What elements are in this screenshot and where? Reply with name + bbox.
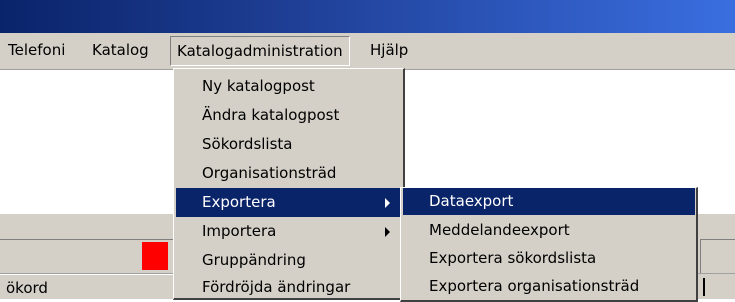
submenu-item-exportera-sokordslista[interactable]: Exportera sökordslista [403, 245, 695, 272]
right-field-box[interactable] [700, 239, 735, 274]
menu-item-label: Organisationsträd [202, 164, 337, 182]
menu-item-andra-katalogpost[interactable]: Ändra katalogpost [176, 101, 402, 130]
window-titlebar [0, 0, 735, 33]
menu-katalogadministration[interactable]: Katalogadministration [170, 36, 350, 66]
submenu-item-label: Dataexport [429, 192, 514, 210]
menu-item-sokordslista[interactable]: Sökordslista [176, 130, 402, 159]
menu-item-ny-katalogpost[interactable]: Ny katalogpost [176, 72, 402, 101]
status-indicator [142, 242, 168, 270]
submenu-arrow-icon [385, 198, 390, 208]
menu-item-organisationstrad[interactable]: Organisationsträd [176, 159, 402, 188]
menu-item-importera[interactable]: Importera [176, 217, 402, 246]
menu-item-gruppandring[interactable]: Gruppändring [176, 246, 402, 275]
menu-item-label: Exportera [202, 193, 276, 211]
submenu-item-label: Exportera sökordslista [429, 249, 597, 267]
submenu-item-meddelandeexport[interactable]: Meddelandeexport [403, 217, 695, 244]
katalogadministration-dropdown: Ny katalogpost Ändra katalogpost Sökords… [173, 68, 405, 300]
menu-item-label: Ny katalogpost [202, 77, 315, 95]
exportera-submenu: Dataexport Meddelandeexport Exportera sö… [400, 187, 698, 302]
search-field-label: ökord [6, 279, 48, 297]
menu-item-label: Ändra katalogpost [202, 106, 340, 124]
menu-telefoni[interactable]: Telefoni [2, 36, 71, 64]
submenu-item-label: Exportera organisationsträd [429, 277, 640, 295]
right-field-edge [703, 278, 705, 296]
menu-katalog[interactable]: Katalog [86, 36, 155, 64]
menu-item-label: Gruppändring [202, 251, 306, 269]
submenu-item-label: Meddelandeexport [429, 221, 570, 239]
menu-item-label: Importera [202, 222, 277, 240]
submenu-arrow-icon [385, 227, 390, 237]
submenu-item-exportera-organisationstrad[interactable]: Exportera organisationsträd [403, 273, 695, 300]
menu-item-exportera[interactable]: Exportera [176, 188, 402, 217]
menu-bar: Telefoni Katalog Katalogadministration H… [0, 33, 735, 70]
submenu-item-dataexport[interactable]: Dataexport [403, 188, 695, 215]
menu-item-label: Sökordslista [202, 135, 293, 153]
menu-hjalp[interactable]: Hjälp [364, 36, 414, 64]
